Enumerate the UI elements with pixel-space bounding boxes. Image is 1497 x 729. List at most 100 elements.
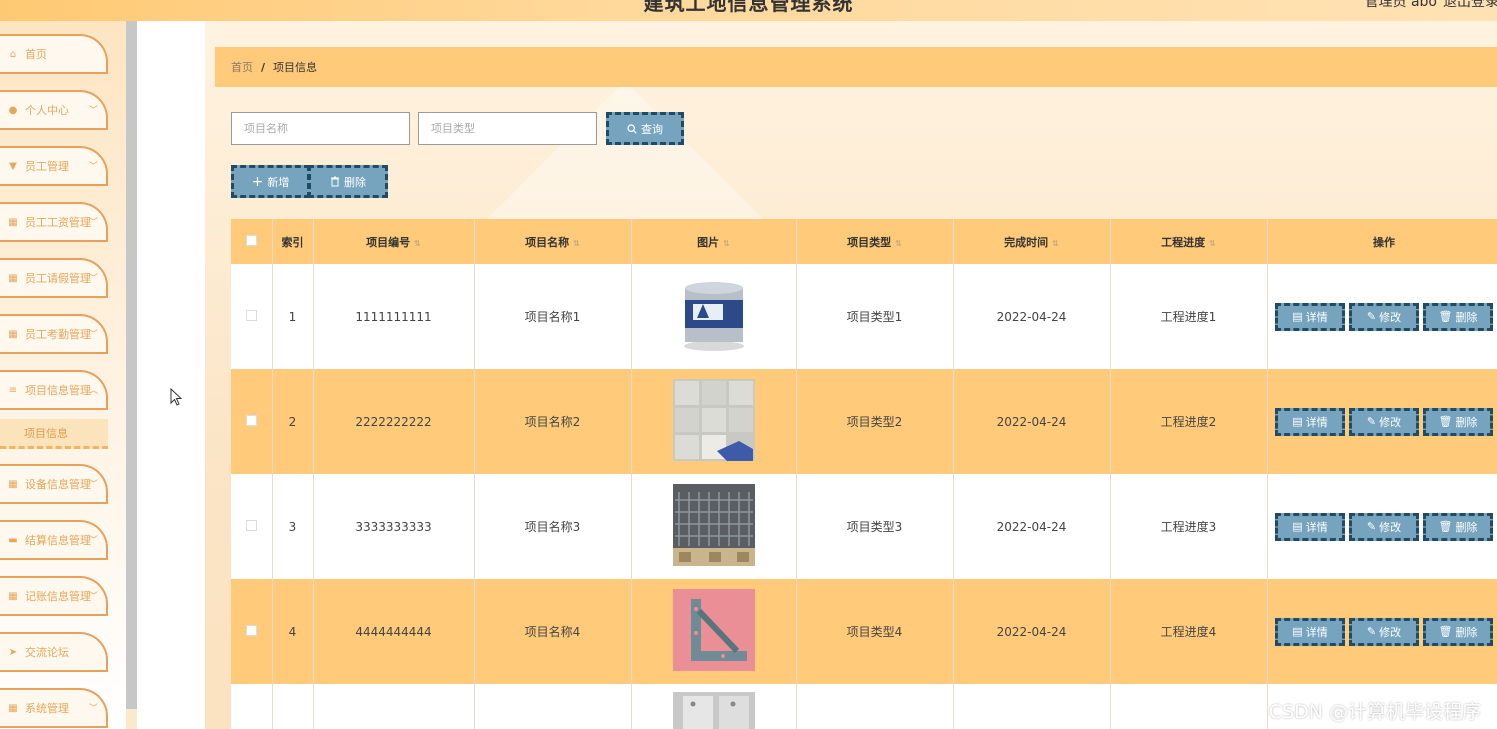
column-header-date[interactable]: 完成时间 ⇅ — [953, 219, 1111, 264]
column-header-code[interactable]: 项目编号 ⇅ — [313, 219, 475, 264]
edit-button[interactable]: ✎ 修改 — [1349, 407, 1419, 436]
sidebar-item-system[interactable]: ▦ 系统管理 ﹀ — [0, 688, 108, 728]
cell-progress: 工程进度3 — [1110, 474, 1268, 579]
sidebar-item-equipment[interactable]: ▦ 设备信息管理 ﹀ — [0, 464, 108, 504]
sidebar-subitem-project-info[interactable]: 项目信息 — [0, 419, 108, 449]
detail-button[interactable]: ▤ 详情 — [1275, 512, 1345, 541]
row-checkbox[interactable] — [245, 624, 257, 636]
row-checkbox[interactable] — [245, 519, 257, 531]
pencil-icon: ✎ — [1366, 310, 1377, 323]
cell-date: 2022-04-24 — [953, 264, 1111, 369]
sidebar-scrollbar[interactable] — [126, 21, 137, 709]
edit-button[interactable]: ✎ 修改 — [1349, 302, 1419, 331]
watermark: CSDN @计算机毕设程序 — [1268, 701, 1481, 723]
cell-name: 项目名称3 — [474, 474, 632, 579]
column-header-image[interactable]: 图片 ⇅ — [631, 219, 797, 264]
sidebar-item-leave[interactable]: ▦ 员工请假管理 ﹀ — [0, 258, 108, 298]
query-button[interactable]: 查询 — [606, 112, 684, 145]
cell-index: 3 — [272, 474, 314, 579]
delete-button[interactable]: 🗑 删除 — [1423, 407, 1493, 436]
project-image-steel-mesh[interactable] — [672, 484, 755, 566]
top-header: 建筑工地信息管理系统 管理员 abo 退出登录 — [0, 0, 1497, 21]
sort-icon[interactable]: ⇅ — [573, 239, 580, 248]
sidebar-item-label: 员工考勤管理 — [25, 328, 91, 341]
delete-button[interactable]: 🗑 删除 — [1423, 302, 1493, 331]
sidebar-item-profile[interactable]: ● 个人中心 ﹀ — [0, 90, 108, 130]
cell-index: 4 — [272, 579, 314, 684]
sort-icon[interactable]: ⇅ — [723, 239, 730, 248]
sidebar-item-bookkeeping[interactable]: ▦ 记账信息管理 ﹀ — [0, 576, 108, 616]
project-image-steel-plate[interactable] — [672, 692, 755, 729]
user-icon: ● — [8, 104, 18, 116]
cell-index: 1 — [272, 264, 314, 369]
chevron-down-icon: ﹀ — [88, 536, 98, 546]
search-icon — [627, 123, 637, 134]
detail-button[interactable]: ▤ 详情 — [1275, 617, 1345, 646]
system-title: 建筑工地信息管理系统 — [643, 0, 854, 15]
column-header-actions: 操作 — [1267, 219, 1497, 264]
delete-button[interactable]: 🗑 删除 — [1423, 617, 1493, 646]
column-header-progress[interactable]: 工程进度 ⇅ — [1110, 219, 1268, 264]
grid-icon: ▦ — [8, 590, 18, 602]
sidebar-item-label: 结算信息管理 — [25, 534, 91, 547]
cell-progress: 工程进度2 — [1110, 369, 1268, 474]
column-header-name[interactable]: 项目名称 ⇅ — [474, 219, 632, 264]
project-image-floor-tiles[interactable] — [672, 379, 755, 461]
sidebar-item-forum[interactable]: ➤ 交流论坛 — [0, 632, 108, 672]
cell-type: 项目类型3 — [796, 474, 954, 579]
detail-button[interactable]: ▤ 详情 — [1275, 407, 1345, 436]
send-icon: ➤ — [8, 646, 18, 658]
project-type-input[interactable] — [418, 112, 597, 145]
sidebar-item-projects[interactable]: ≡ 项目信息管理 ︿ — [0, 370, 108, 410]
row-checkbox[interactable] — [245, 414, 257, 426]
project-name-input[interactable] — [231, 112, 410, 145]
add-button[interactable]: + 新增 — [231, 165, 310, 198]
document-icon: ▤ — [1292, 625, 1303, 638]
cell-date: 2022-04-24 — [953, 474, 1111, 579]
sidebar-item-home[interactable]: ⌂ 首页 — [0, 34, 108, 74]
list-icon: ≡ — [8, 384, 18, 396]
sidebar-item-staff[interactable]: ▼ 员工管理 ﹀ — [0, 146, 108, 186]
chevron-up-icon: ︿ — [88, 386, 98, 396]
pencil-icon: ✎ — [1366, 415, 1377, 428]
document-icon: ▤ — [1292, 415, 1303, 428]
breadcrumb-separator: / — [261, 60, 266, 74]
select-all-checkbox[interactable] — [245, 234, 257, 246]
batch-delete-label: 删除 — [344, 175, 366, 189]
chevron-down-icon: ﹀ — [88, 274, 98, 284]
sidebar-item-settlement[interactable]: ▬ 结算信息管理 ﹀ — [0, 520, 108, 560]
breadcrumb-home[interactable]: 首页 — [231, 59, 253, 75]
detail-button[interactable]: ▤ 详情 — [1275, 302, 1345, 331]
delete-button[interactable]: 🗑 删除 — [1423, 512, 1493, 541]
grid-icon: ▦ — [8, 702, 18, 714]
sort-icon[interactable]: ⇅ — [1052, 239, 1059, 248]
project-image-steel-bracket[interactable] — [672, 589, 755, 671]
chevron-down-icon: ﹀ — [88, 704, 98, 714]
batch-delete-button[interactable]: 删除 — [308, 165, 388, 198]
cell-name: 项目名称2 — [474, 369, 632, 474]
edit-button[interactable]: ✎ 修改 — [1349, 512, 1419, 541]
sidebar-item-attendance[interactable]: ▦ 员工考勤管理 ﹀ — [0, 314, 108, 354]
sort-icon[interactable]: ⇅ — [1209, 239, 1216, 248]
breadcrumb-current: 项目信息 — [273, 61, 318, 74]
column-header-type[interactable]: 项目类型 ⇅ — [796, 219, 954, 264]
sidebar-item-salary[interactable]: ▦ 员工工资管理 ﹀ — [0, 202, 108, 242]
cell-actions: ▤ 详情 ✎ 修改 🗑 删除 — [1267, 264, 1497, 369]
sidebar-item-label: 员工请假管理 — [25, 272, 91, 285]
logout-link[interactable]: 退出登录 — [1443, 0, 1497, 11]
sort-icon[interactable]: ⇅ — [895, 239, 902, 248]
project-table: 索引 项目编号 ⇅ 项目名称 ⇅ 图片 ⇅ 项目类型 ⇅ 完成时间 ⇅ 工程进度 ⇅ 操作 … — [231, 219, 1497, 729]
chevron-down-icon: ﹀ — [88, 330, 98, 340]
briefcase-icon: ▬ — [8, 534, 18, 546]
chevron-down-icon: ﹀ — [88, 162, 98, 172]
table-row: 4 4444444444 项目名称4 项目类型4 2022-04-24 工程进度… — [231, 579, 1497, 684]
mouse-cursor-icon — [170, 388, 183, 406]
grid-icon: ▦ — [8, 216, 18, 228]
project-image-paint-bucket[interactable] — [672, 274, 755, 356]
cell-code: 3333333333 — [313, 474, 475, 579]
edit-button[interactable]: ✎ 修改 — [1349, 617, 1419, 646]
sort-icon[interactable]: ⇅ — [414, 239, 421, 248]
select-all-cell — [231, 219, 273, 264]
column-header-index: 索引 — [272, 219, 314, 264]
row-checkbox[interactable] — [245, 309, 257, 321]
